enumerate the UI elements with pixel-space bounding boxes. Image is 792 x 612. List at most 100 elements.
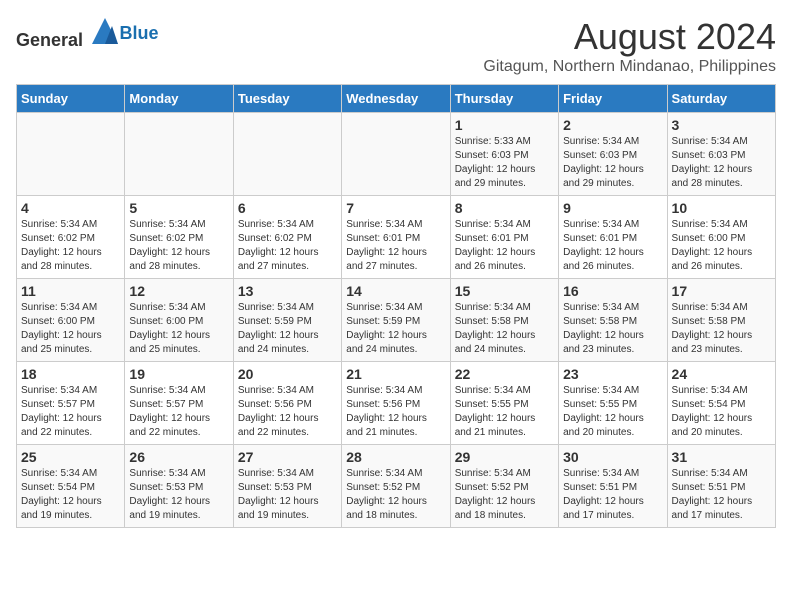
column-header-sunday: Sunday [17, 85, 125, 113]
day-number: 11 [21, 283, 120, 299]
column-header-thursday: Thursday [450, 85, 558, 113]
day-info: Sunrise: 5:34 AMSunset: 6:01 PMDaylight:… [346, 218, 445, 274]
day-info: Sunrise: 5:34 AMSunset: 5:56 PMDaylight:… [238, 384, 337, 440]
day-number: 27 [238, 449, 337, 465]
logo: General Blue [16, 16, 159, 51]
day-number: 4 [21, 200, 120, 216]
day-number: 16 [563, 283, 662, 299]
day-info: Sunrise: 5:34 AMSunset: 5:54 PMDaylight:… [672, 384, 771, 440]
calendar-cell: 25Sunrise: 5:34 AMSunset: 5:54 PMDayligh… [17, 445, 125, 528]
calendar-cell: 12 Sunrise: 5:34 AMSunset: 6:00 PMDayligh… [125, 279, 233, 362]
day-number: 13 [238, 283, 337, 299]
logo-text-general: General [16, 30, 83, 50]
calendar-cell: 27 Sunrise: 5:34 AMSunset: 5:53 PMDayligh… [233, 445, 341, 528]
calendar-cell: 2 Sunrise: 5:34 AMSunset: 6:03 PMDaylight… [559, 113, 667, 196]
day-info: Sunrise: 5:33 AMSunset: 6:03 PMDaylight:… [455, 135, 554, 191]
calendar-cell: 20Sunrise: 5:34 AMSunset: 5:56 PMDayligh… [233, 362, 341, 445]
calendar-cell: 11 Sunrise: 5:34 AMSunset: 6:00 PMDayligh… [17, 279, 125, 362]
column-header-wednesday: Wednesday [342, 85, 450, 113]
day-number: 7 [346, 200, 445, 216]
day-number: 15 [455, 283, 554, 299]
calendar-cell: 7 Sunrise: 5:34 AMSunset: 6:01 PMDaylight… [342, 196, 450, 279]
day-number: 6 [238, 200, 337, 216]
calendar-cell: 24 Sunrise: 5:34 AMSunset: 5:54 PMDayligh… [667, 362, 775, 445]
calendar-cell: 6 Sunrise: 5:34 AMSunset: 6:02 PMDaylight… [233, 196, 341, 279]
day-number: 19 [129, 366, 228, 382]
calendar-cell: 21Sunrise: 5:34 AMSunset: 5:56 PMDayligh… [342, 362, 450, 445]
calendar-cell: 9Sunrise: 5:34 AMSunset: 6:01 PMDaylight… [559, 196, 667, 279]
day-number: 2 [563, 117, 662, 133]
day-info: Sunrise: 5:34 AMSunset: 6:02 PMDaylight:… [238, 218, 337, 274]
calendar-cell: 10Sunrise: 5:34 AMSunset: 6:00 PMDayligh… [667, 196, 775, 279]
day-number: 31 [672, 449, 771, 465]
day-info: Sunrise: 5:34 AMSunset: 5:53 PMDaylight:… [238, 467, 337, 523]
day-info: Sunrise: 5:34 AMSunset: 6:00 PMDaylight:… [672, 218, 771, 274]
day-info: Sunrise: 5:34 AMSunset: 5:52 PMDaylight:… [455, 467, 554, 523]
logo-text-blue: Blue [120, 23, 159, 43]
calendar-cell: 26 Sunrise: 5:34 AMSunset: 5:53 PMDayligh… [125, 445, 233, 528]
day-info: Sunrise: 5:34 AMSunset: 5:57 PMDaylight:… [129, 384, 228, 440]
calendar-cell: 15Sunrise: 5:34 AMSunset: 5:58 PMDayligh… [450, 279, 558, 362]
day-number: 23 [563, 366, 662, 382]
day-info: Sunrise: 5:34 AMSunset: 6:03 PMDaylight:… [672, 135, 771, 191]
day-info: Sunrise: 5:34 AMSunset: 5:58 PMDaylight:… [672, 301, 771, 357]
week-row: 1Sunrise: 5:33 AMSunset: 6:03 PMDaylight… [17, 113, 776, 196]
day-info: Sunrise: 5:34 AMSunset: 5:57 PMDaylight:… [21, 384, 120, 440]
calendar-cell [125, 113, 233, 196]
day-number: 18 [21, 366, 120, 382]
calendar-cell: 8Sunrise: 5:34 AMSunset: 6:01 PMDaylight… [450, 196, 558, 279]
calendar-cell: 28 Sunrise: 5:34 AMSunset: 5:52 PMDayligh… [342, 445, 450, 528]
calendar-cell: 3 Sunrise: 5:34 AMSunset: 6:03 PMDaylight… [667, 113, 775, 196]
week-row: 4 Sunrise: 5:34 AMSunset: 6:02 PMDaylight… [17, 196, 776, 279]
calendar-cell: 30 Sunrise: 5:34 AMSunset: 5:51 PMDayligh… [559, 445, 667, 528]
main-title: August 2024 [483, 16, 776, 58]
calendar-cell: 31 Sunrise: 5:34 AMSunset: 5:51 PMDayligh… [667, 445, 775, 528]
calendar-table: SundayMondayTuesdayWednesdayThursdayFrid… [16, 84, 776, 528]
day-number: 24 [672, 366, 771, 382]
week-row: 11 Sunrise: 5:34 AMSunset: 6:00 PMDayligh… [17, 279, 776, 362]
day-number: 25 [21, 449, 120, 465]
day-info: Sunrise: 5:34 AMSunset: 6:00 PMDaylight:… [21, 301, 120, 357]
day-number: 21 [346, 366, 445, 382]
calendar-cell: 17Sunrise: 5:34 AMSunset: 5:58 PMDayligh… [667, 279, 775, 362]
calendar-cell [342, 113, 450, 196]
day-number: 29 [455, 449, 554, 465]
day-number: 26 [129, 449, 228, 465]
calendar-cell [233, 113, 341, 196]
day-info: Sunrise: 5:34 AMSunset: 5:55 PMDaylight:… [563, 384, 662, 440]
day-info: Sunrise: 5:34 AMSunset: 5:55 PMDaylight:… [455, 384, 554, 440]
day-number: 3 [672, 117, 771, 133]
title-area: August 2024 Gitagum, Northern Mindanao, … [483, 16, 776, 76]
day-info: Sunrise: 5:34 AMSunset: 6:03 PMDaylight:… [563, 135, 662, 191]
day-info: Sunrise: 5:34 AMSunset: 5:52 PMDaylight:… [346, 467, 445, 523]
day-number: 12 [129, 283, 228, 299]
day-number: 14 [346, 283, 445, 299]
day-info: Sunrise: 5:34 AMSunset: 5:51 PMDaylight:… [563, 467, 662, 523]
calendar-cell: 4 Sunrise: 5:34 AMSunset: 6:02 PMDaylight… [17, 196, 125, 279]
day-info: Sunrise: 5:34 AMSunset: 5:59 PMDaylight:… [238, 301, 337, 357]
day-info: Sunrise: 5:34 AMSunset: 5:51 PMDaylight:… [672, 467, 771, 523]
calendar-cell: 18 Sunrise: 5:34 AMSunset: 5:57 PMDayligh… [17, 362, 125, 445]
calendar-cell: 23 Sunrise: 5:34 AMSunset: 5:55 PMDayligh… [559, 362, 667, 445]
day-number: 5 [129, 200, 228, 216]
day-info: Sunrise: 5:34 AMSunset: 6:02 PMDaylight:… [129, 218, 228, 274]
day-info: Sunrise: 5:34 AMSunset: 6:00 PMDaylight:… [129, 301, 228, 357]
day-number: 28 [346, 449, 445, 465]
day-info: Sunrise: 5:34 AMSunset: 6:01 PMDaylight:… [455, 218, 554, 274]
header-row: SundayMondayTuesdayWednesdayThursdayFrid… [17, 85, 776, 113]
day-info: Sunrise: 5:34 AMSunset: 6:02 PMDaylight:… [21, 218, 120, 274]
header: General Blue August 2024 Gitagum, Northe… [16, 16, 776, 76]
calendar-cell: 1Sunrise: 5:33 AMSunset: 6:03 PMDaylight… [450, 113, 558, 196]
calendar-cell [17, 113, 125, 196]
calendar-cell: 13 Sunrise: 5:34 AMSunset: 5:59 PMDayligh… [233, 279, 341, 362]
day-info: Sunrise: 5:34 AMSunset: 5:58 PMDaylight:… [563, 301, 662, 357]
calendar-cell: 5 Sunrise: 5:34 AMSunset: 6:02 PMDaylight… [125, 196, 233, 279]
week-row: 25Sunrise: 5:34 AMSunset: 5:54 PMDayligh… [17, 445, 776, 528]
day-number: 30 [563, 449, 662, 465]
logo-icon [90, 16, 120, 46]
day-info: Sunrise: 5:34 AMSunset: 5:53 PMDaylight:… [129, 467, 228, 523]
calendar-cell: 19 Sunrise: 5:34 AMSunset: 5:57 PMDayligh… [125, 362, 233, 445]
calendar-cell: 22Sunrise: 5:34 AMSunset: 5:55 PMDayligh… [450, 362, 558, 445]
column-header-saturday: Saturday [667, 85, 775, 113]
day-number: 9 [563, 200, 662, 216]
